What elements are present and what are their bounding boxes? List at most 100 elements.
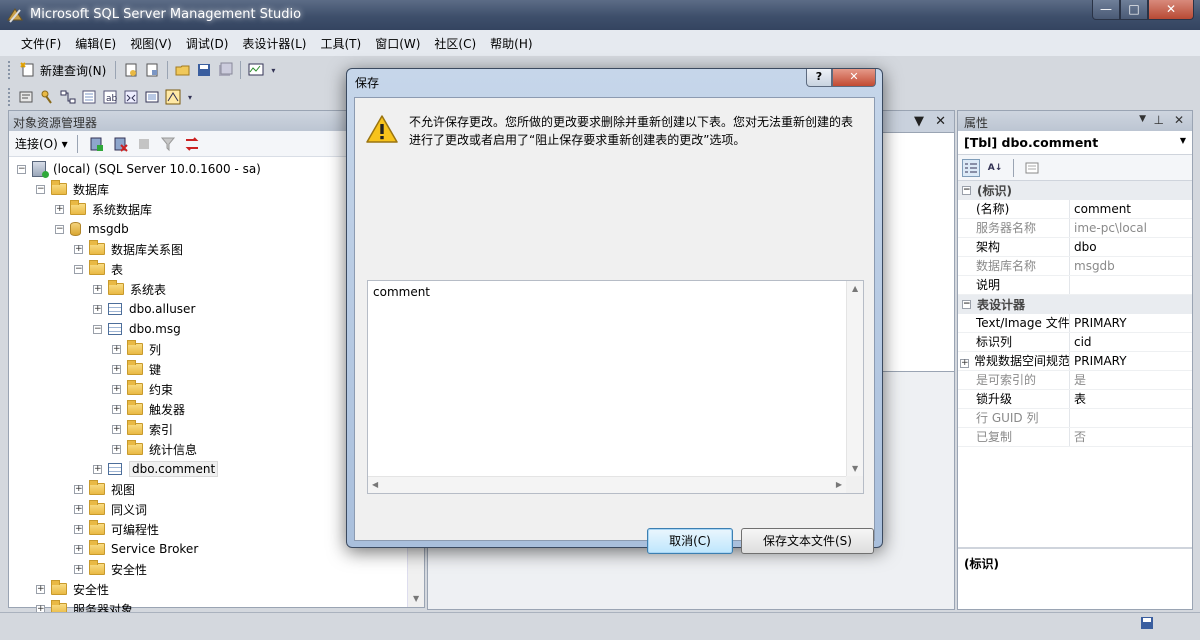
db-engine-query-icon[interactable] <box>122 61 140 79</box>
analysis-query-icon[interactable] <box>143 61 161 79</box>
expand-icon[interactable]: + <box>74 504 83 514</box>
tab-dropdown-icon[interactable]: ▼ <box>914 114 924 129</box>
collapse-icon[interactable]: − <box>17 164 26 174</box>
scroll-right-arrow-icon[interactable]: ▶ <box>836 480 842 489</box>
maximize-button[interactable]: □ <box>1120 0 1148 20</box>
property-row[interactable]: (名称) comment <box>958 200 1192 219</box>
expand-icon[interactable]: + <box>112 344 121 354</box>
scroll-down-arrow-icon[interactable]: ▼ <box>852 464 858 473</box>
toolbar-overflow-icon[interactable]: ▾ <box>185 88 195 106</box>
save-all-icon[interactable] <box>216 61 234 79</box>
expand-icon[interactable]: + <box>960 359 969 368</box>
expand-icon[interactable]: + <box>36 584 45 594</box>
expand-icon[interactable]: + <box>112 404 121 414</box>
property-row[interactable]: + 常规数据空间规范 PRIMARY <box>958 352 1192 371</box>
expand-icon[interactable]: + <box>93 464 102 474</box>
categorized-icon[interactable] <box>962 158 980 177</box>
fulltext-index-icon[interactable]: ab <box>101 88 119 106</box>
collapse-icon[interactable]: − <box>93 324 102 334</box>
manage-indexes-icon[interactable] <box>80 88 98 106</box>
disconnect-icon[interactable] <box>111 135 129 153</box>
scroll-up-arrow-icon[interactable]: ▲ <box>852 284 858 293</box>
primary-key-icon[interactable] <box>38 88 56 106</box>
minimize-button[interactable]: — <box>1092 0 1120 20</box>
close-button[interactable]: ✕ <box>1148 0 1194 20</box>
xml-index-icon[interactable] <box>122 88 140 106</box>
connect-button[interactable]: 连接(O) ▾ <box>15 135 68 152</box>
property-row[interactable]: Text/Image 文件 PRIMARY <box>958 314 1192 333</box>
collapse-icon[interactable]: − <box>962 300 971 309</box>
expand-icon[interactable]: + <box>112 424 121 434</box>
property-value[interactable]: comment <box>1070 200 1131 218</box>
toolbar-grip[interactable] <box>8 61 11 79</box>
collapse-icon[interactable]: − <box>55 224 64 234</box>
expand-icon[interactable]: + <box>74 564 83 574</box>
tree-node[interactable]: + 安全性 <box>9 579 424 599</box>
menu-view[interactable]: 视图(V) <box>123 35 179 52</box>
property-row[interactable]: 锁升级 表 <box>958 390 1192 409</box>
details-textbox[interactable]: comment ▲ ▼ ◀ ▶ <box>367 280 864 494</box>
property-row[interactable]: 已复制 否 <box>958 428 1192 447</box>
stop-icon[interactable] <box>135 135 153 153</box>
expand-icon[interactable]: + <box>112 364 121 374</box>
menu-debug[interactable]: 调试(D) <box>179 35 236 52</box>
property-row[interactable]: 行 GUID 列 <box>958 409 1192 428</box>
expand-icon[interactable]: + <box>74 544 83 554</box>
refresh-icon[interactable] <box>183 135 201 153</box>
property-value[interactable]: cid <box>1070 333 1092 351</box>
expand-icon[interactable]: + <box>112 444 121 454</box>
menu-community[interactable]: 社区(C) <box>427 35 483 52</box>
filter-icon[interactable] <box>159 135 177 153</box>
property-value[interactable]: ime-pc\local <box>1070 219 1147 237</box>
property-value[interactable] <box>1070 409 1074 427</box>
toolbar-overflow-icon[interactable]: ▾ <box>268 61 278 79</box>
property-value[interactable] <box>1070 276 1074 294</box>
menu-table-designer[interactable]: 表设计器(L) <box>235 35 313 52</box>
object-selector[interactable]: [Tbl] dbo.comment ▼ <box>958 131 1192 155</box>
expand-icon[interactable]: + <box>93 304 102 314</box>
property-row[interactable]: 标识列 cid <box>958 333 1192 352</box>
collapse-icon[interactable]: − <box>36 184 45 194</box>
check-constraints-icon[interactable] <box>143 88 161 106</box>
expand-icon[interactable]: + <box>74 244 83 254</box>
collapse-icon[interactable]: − <box>962 186 971 195</box>
relationships-icon[interactable] <box>59 88 77 106</box>
pin-icon[interactable]: ⊥ <box>1154 113 1164 127</box>
panel-dropdown-icon[interactable]: ▼ <box>1139 114 1146 124</box>
menu-tools[interactable]: 工具(T) <box>313 35 368 52</box>
property-value[interactable]: 是 <box>1070 371 1086 389</box>
menu-edit[interactable]: 编辑(E) <box>68 35 123 52</box>
property-value[interactable]: msgdb <box>1070 257 1115 275</box>
property-row[interactable]: 数据库名称 msgdb <box>958 257 1192 276</box>
save-icon[interactable] <box>195 61 213 79</box>
dialog-close-button[interactable]: ✕ <box>832 69 876 87</box>
cancel-button[interactable]: 取消(C) <box>647 528 733 554</box>
new-query-button[interactable]: 新建查询(N) <box>17 62 109 79</box>
connect-explorer-icon[interactable] <box>87 135 105 153</box>
property-value[interactable]: PRIMARY <box>1070 352 1127 370</box>
panel-close-icon[interactable]: ✕ <box>1174 113 1184 127</box>
expand-icon[interactable]: + <box>112 384 121 394</box>
expand-icon[interactable]: + <box>55 204 64 214</box>
property-value[interactable]: PRIMARY <box>1070 314 1127 332</box>
dialog-help-button[interactable]: ? <box>806 69 832 87</box>
property-category[interactable]: − 表设计器 <box>958 295 1192 314</box>
menu-window[interactable]: 窗口(W) <box>368 35 427 52</box>
property-value[interactable]: 否 <box>1070 428 1086 446</box>
spatial-index-icon[interactable] <box>164 88 182 106</box>
activity-monitor-icon[interactable] <box>247 61 265 79</box>
property-row[interactable]: 说明 <box>958 276 1192 295</box>
menu-file[interactable]: 文件(F) <box>14 35 68 52</box>
toolbar-grip[interactable] <box>8 88 11 106</box>
property-row[interactable]: 架构 dbo <box>958 238 1192 257</box>
expand-icon[interactable]: + <box>74 524 83 534</box>
collapse-icon[interactable]: − <box>74 264 83 274</box>
tree-node[interactable]: + 安全性 <box>9 559 424 579</box>
property-pages-icon[interactable] <box>1023 159 1041 177</box>
property-category[interactable]: − (标识) <box>958 181 1192 200</box>
property-value[interactable]: dbo <box>1070 238 1097 256</box>
scroll-down-arrow-icon[interactable]: ▼ <box>413 594 419 603</box>
alphabetical-icon[interactable]: A↓ <box>986 159 1004 177</box>
generate-script-icon[interactable] <box>17 88 35 106</box>
details-vertical-scrollbar[interactable]: ▲ ▼ <box>846 281 863 476</box>
